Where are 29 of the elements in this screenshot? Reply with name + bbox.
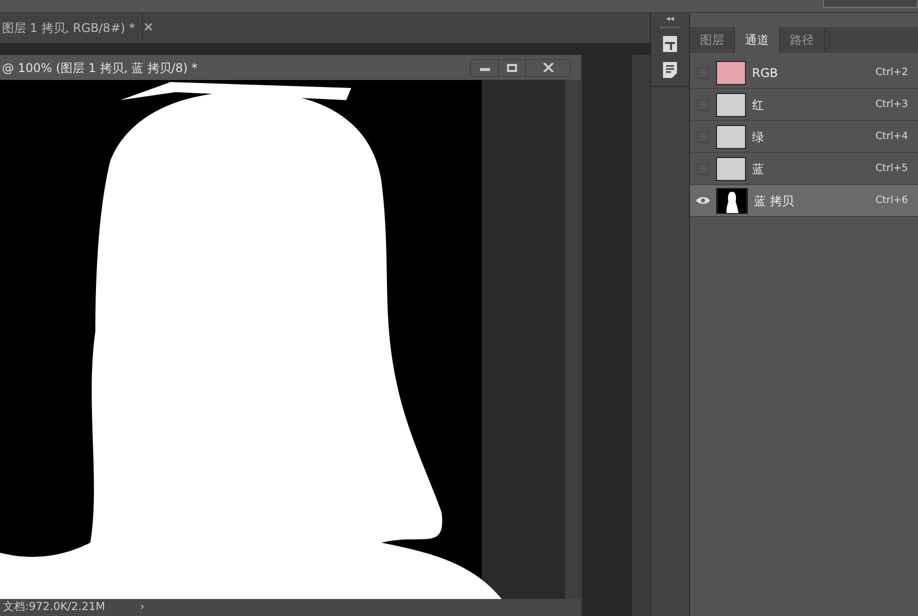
window-title: @ 100% (图层 1 拷贝, 蓝 拷贝/8) * (2, 60, 198, 76)
close-icon[interactable]: × (143, 18, 154, 38)
panel-tab[interactable]: 通道 (735, 27, 780, 53)
mask-thumbnail (716, 188, 748, 214)
channel-shortcut: Ctrl+5 (875, 162, 908, 176)
channel-name: 红 (752, 96, 765, 114)
channel-shortcut: Ctrl+6 (875, 194, 908, 208)
document-size: 文档:972.0K/2.21M (2, 599, 106, 616)
panel-icon[interactable] (663, 36, 677, 52)
photo-placeholder (716, 156, 746, 180)
photo-placeholder (716, 124, 746, 148)
tab-title: 图层 1 拷贝, RGB/8#) * (2, 20, 135, 37)
notes-icon[interactable] (663, 62, 677, 78)
channel-name: 蓝 拷贝 (754, 192, 795, 210)
status-menu-arrow[interactable]: › (140, 599, 153, 616)
channel-shortcut: Ctrl+4 (875, 130, 908, 144)
channel-shortcut: Ctrl+3 (875, 98, 908, 112)
channel-shortcut: Ctrl+2 (875, 66, 908, 80)
channel-name: 蓝 (752, 160, 765, 178)
eye-icon[interactable] (696, 196, 710, 205)
workspace-field[interactable] (823, 0, 918, 8)
channel-name: 绿 (752, 128, 765, 146)
photo-placeholder (716, 92, 746, 116)
collapse-icon[interactable]: ◂◂ (666, 13, 674, 25)
channel-row[interactable]: 蓝 拷贝 Ctrl+6 (690, 185, 918, 217)
photo-placeholder (716, 60, 746, 84)
channel-name: RGB (752, 64, 779, 82)
grip-icon[interactable] (660, 27, 680, 30)
vertical-scrollbar[interactable] (565, 80, 581, 599)
